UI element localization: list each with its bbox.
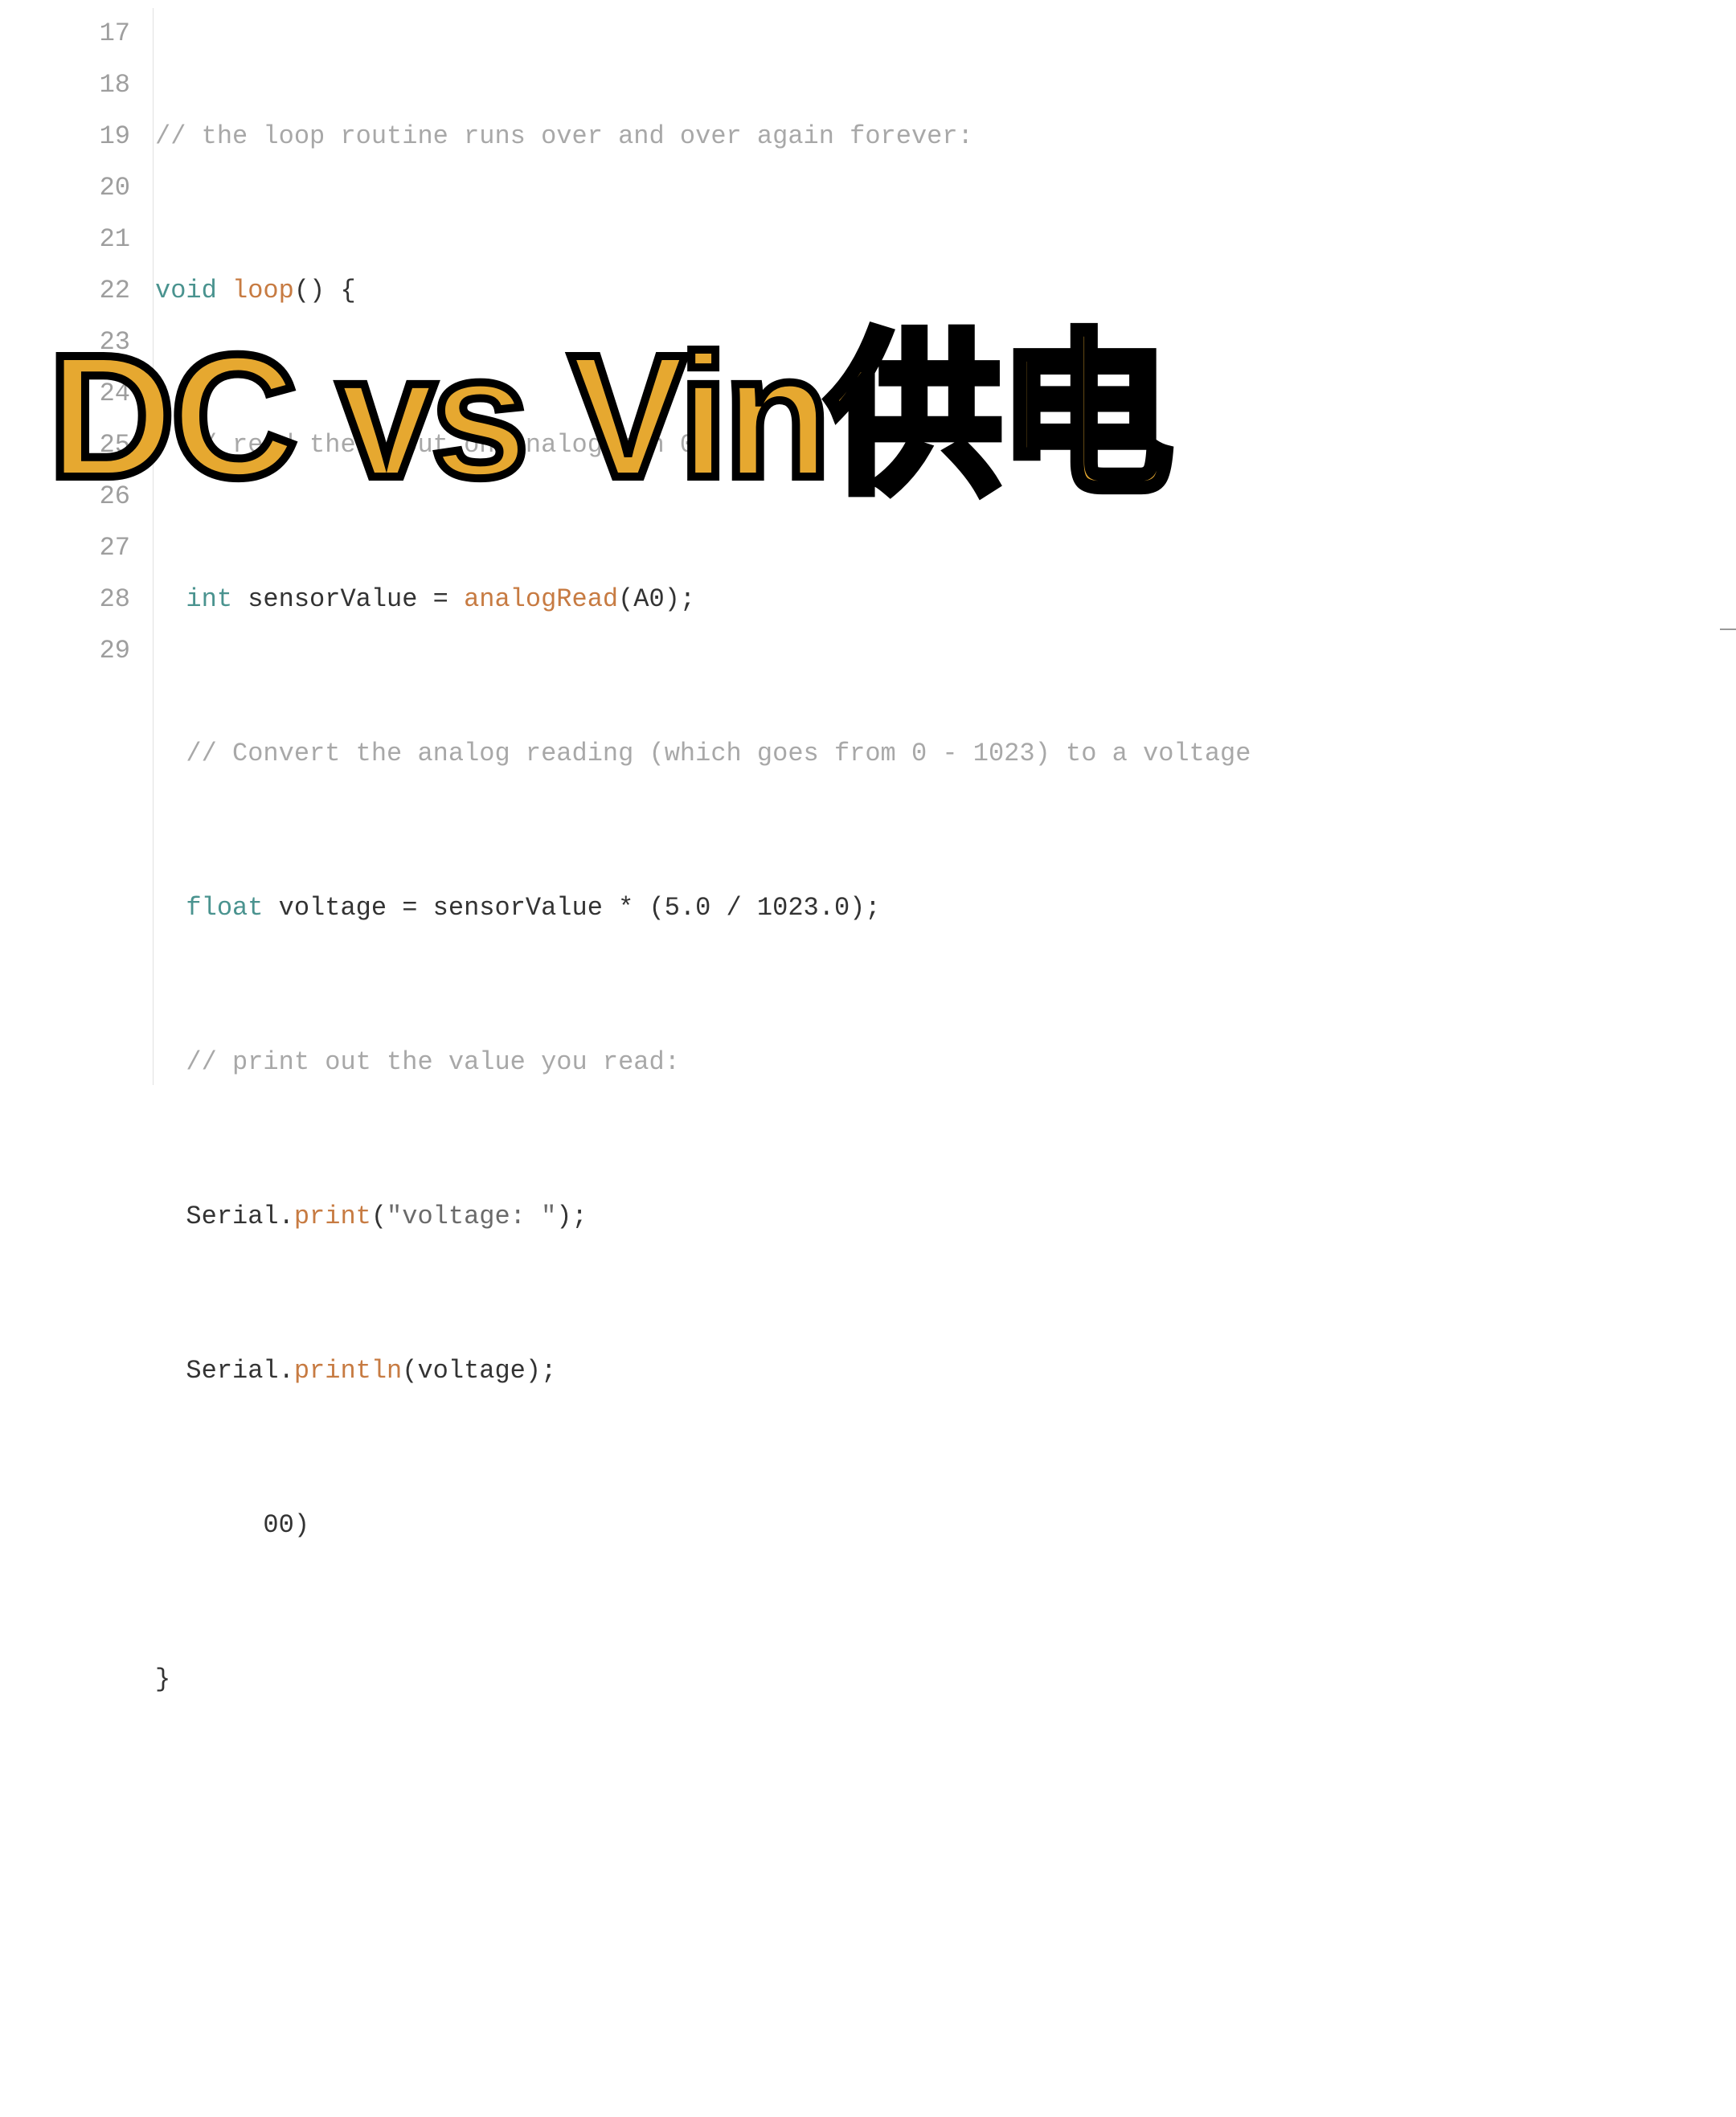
code-line[interactable]: // print out the value you read: [155,1037,1736,1088]
function-name: loop [232,276,294,305]
line-number: 28 [0,574,130,625]
closing-brace: } [155,1665,170,1694]
punctuation: () { [294,276,356,305]
line-number: 19 [0,111,130,162]
line-number: 26 [0,471,130,522]
line-number: 22 [0,265,130,317]
code-line[interactable]: } [155,1654,1736,1705]
code-line[interactable]: // the loop routine runs over and over a… [155,111,1736,162]
comment-text: // print out the value you read: [155,1047,680,1077]
line-number: 21 [0,214,130,265]
code-line[interactable]: float voltage = sensorValue * (5.0 / 102… [155,882,1736,934]
line-number: 20 [0,162,130,214]
keyword-float: float [186,893,263,923]
class-serial: Serial [186,1202,278,1231]
code-line[interactable]: // Convert the analog reading (which goe… [155,728,1736,780]
code-editor[interactable]: 17 18 19 20 21 22 23 24 25 26 27 28 29 /… [0,0,1736,1085]
method-print: print [294,1202,371,1231]
line-number: 27 [0,522,130,574]
class-serial: Serial [186,1356,278,1386]
code-line[interactable]: 00) [155,1500,1736,1551]
keyword-void: void [155,276,217,305]
code-line[interactable]: Serial.print("voltage: "); [155,1191,1736,1243]
line-number: 29 [0,625,130,677]
identifier: sensorValue [248,584,417,614]
line-number: 17 [0,8,130,59]
line-number-gutter: 17 18 19 20 21 22 23 24 25 26 27 28 29 [0,8,153,1085]
keyword-int: int [186,584,232,614]
comment-text: // the loop routine runs over and over a… [155,121,973,151]
string-literal: "voltage: " [387,1202,556,1231]
code-content-area[interactable]: // the loop routine runs over and over a… [153,8,1736,1085]
code-line[interactable]: // read the input on analog pin 0: [155,420,1736,471]
method-println: println [294,1356,402,1386]
comment-text: // read the input on analog pin 0: [155,430,710,460]
code-line[interactable]: Serial.println(voltage); [155,1345,1736,1397]
line-number: 24 [0,368,130,420]
line-number: 18 [0,59,130,111]
comment-text: // Convert the analog reading (which goe… [155,739,1251,768]
line-number: 23 [0,317,130,368]
function-call: analogRead [464,584,618,614]
code-line[interactable]: void loop() { [155,265,1736,317]
divider-line [1720,629,1736,630]
code-line[interactable] [155,1808,1736,1860]
line-number: 25 [0,420,130,471]
code-line[interactable]: int sensorValue = analogRead(A0); [155,574,1736,625]
code-line[interactable] [155,1963,1736,2014]
